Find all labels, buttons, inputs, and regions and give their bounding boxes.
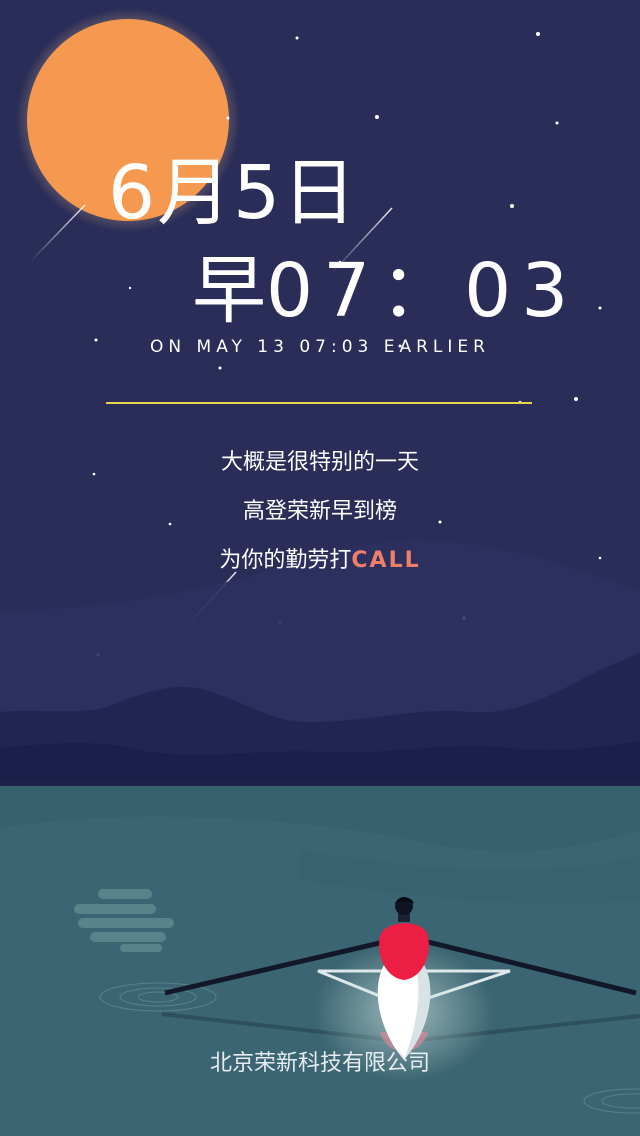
star (555, 121, 559, 125)
star (574, 397, 578, 401)
call-highlight: CALL (351, 548, 421, 573)
time-prefix: 早 (192, 248, 266, 334)
message-line-2: 高登荣新早到榜 (242, 499, 397, 524)
date-heading: 6月5日 (108, 150, 359, 236)
star (128, 286, 132, 290)
star (295, 36, 299, 40)
poster: 6月5日 早07：03 ON MAY 13 07:03 EARLIER 大概是很… (0, 0, 640, 1136)
star (375, 115, 379, 119)
company-name: 北京荣新科技有限公司 (209, 1051, 430, 1076)
message-line-3-text: 为你的勤劳打 (219, 548, 352, 573)
time-row: 早07：03 (192, 248, 578, 334)
star (226, 116, 230, 120)
star (218, 366, 222, 370)
message-line-1: 大概是很特别的一天 (220, 450, 419, 475)
star (536, 32, 540, 36)
divider-line (106, 402, 532, 404)
time-display: 07：03 (266, 248, 579, 334)
message-line-3: 为你的勤劳打CALL (0, 546, 640, 576)
subtitle: ON MAY 13 07:03 EARLIER (150, 337, 490, 357)
star (510, 204, 514, 208)
star (598, 306, 602, 310)
